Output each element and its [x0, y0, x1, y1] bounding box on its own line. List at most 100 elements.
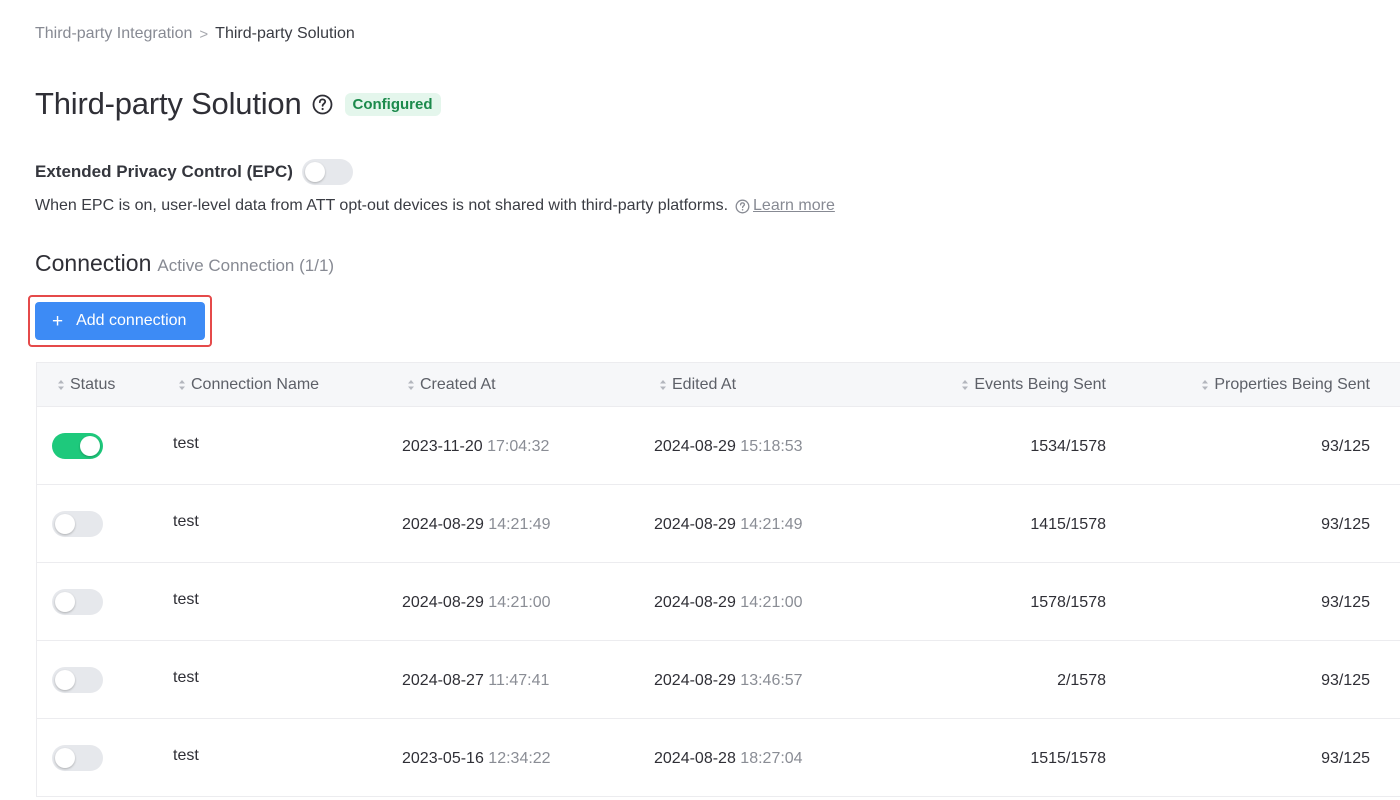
connection-name[interactable]: test	[173, 435, 199, 453]
epc-description: When EPC is on, user-level data from ATT…	[35, 197, 729, 214]
sort-icon	[57, 379, 65, 391]
column-header-label: Status	[70, 376, 116, 393]
edited-time: 13:46:57	[740, 672, 803, 689]
edited-at: 2024-08-29 14:21:49	[654, 516, 803, 534]
created-time: 12:34:22	[488, 750, 551, 767]
properties-being-sent: 93/125	[1321, 672, 1370, 689]
created-at: 2024-08-27 11:47:41	[402, 672, 549, 690]
sort-icon	[1201, 379, 1209, 391]
page-title: Third-party Solution	[35, 86, 302, 121]
toggle-knob	[55, 514, 75, 534]
epc-toggle[interactable]	[301, 159, 353, 185]
edited-at: 2024-08-29 15:18:53	[654, 438, 803, 456]
title-row: Third-party Solution Configured	[35, 86, 441, 122]
breadcrumb-link-third-party-integration[interactable]: Third-party Integration	[35, 25, 192, 43]
column-header-label: Created At	[420, 376, 496, 393]
edited-time: 18:27:04	[740, 750, 803, 767]
connection-name[interactable]: test	[173, 591, 199, 609]
edited-date: 2024-08-29	[654, 516, 736, 533]
table-row[interactable]: test 2023-05-16 12:34:22 2024-08-28 18:2…	[37, 719, 1400, 797]
edited-date: 2024-08-29	[654, 594, 736, 611]
edited-time: 15:18:53	[740, 438, 803, 455]
edited-date: 2024-08-29	[654, 438, 736, 455]
created-date: 2024-08-27	[402, 672, 484, 689]
properties-being-sent: 93/125	[1321, 750, 1370, 767]
toggle-knob	[55, 592, 75, 612]
properties-being-sent: 93/125	[1321, 516, 1370, 533]
column-header-label: Properties Being Sent	[1214, 376, 1370, 393]
question-circle-icon[interactable]	[312, 94, 333, 115]
created-date: 2024-08-29	[402, 594, 484, 611]
created-date: 2023-11-20	[402, 438, 483, 455]
connection-title: Connection	[35, 250, 152, 276]
connection-name[interactable]: test	[173, 669, 199, 687]
created-at: 2024-08-29 14:21:00	[402, 594, 551, 612]
created-time: 14:21:49	[488, 516, 551, 533]
column-header-status[interactable]: Status	[57, 363, 115, 407]
learn-more-link[interactable]: Learn more	[753, 197, 835, 215]
created-at: 2023-05-16 12:34:22	[402, 750, 551, 768]
status-toggle[interactable]	[52, 433, 103, 459]
column-header-label: Edited At	[672, 376, 737, 393]
active-connection-count: Active Connection (1/1)	[157, 256, 335, 275]
created-time: 14:21:00	[488, 594, 551, 611]
status-toggle[interactable]	[52, 667, 103, 693]
status-toggle[interactable]	[52, 511, 103, 537]
toggle-knob	[55, 670, 75, 690]
epc-row: Extended Privacy Control (EPC)	[35, 159, 353, 185]
properties-being-sent: 93/125	[1321, 594, 1370, 611]
status-toggle[interactable]	[52, 745, 103, 771]
toggle-knob	[55, 748, 75, 768]
table-row[interactable]: test 2024-08-27 11:47:41 2024-08-29 13:4…	[37, 641, 1400, 719]
table-row[interactable]: test 2024-08-29 14:21:49 2024-08-29 14:2…	[37, 485, 1400, 563]
question-circle-icon	[735, 199, 750, 214]
connection-name[interactable]: test	[173, 513, 199, 531]
edited-at: 2024-08-29 13:46:57	[654, 672, 803, 690]
status-toggle[interactable]	[52, 589, 103, 615]
edited-date: 2024-08-28	[654, 750, 736, 767]
epc-description-row: When EPC is on, user-level data from ATT…	[35, 197, 835, 215]
created-time: 11:47:41	[488, 672, 550, 689]
table-row[interactable]: test 2023-11-20 17:04:32 2024-08-29 15:1…	[37, 407, 1400, 485]
created-at: 2023-11-20 17:04:32	[402, 438, 549, 456]
toggle-knob	[80, 436, 100, 456]
add-connection-label: Add connection	[76, 312, 187, 329]
created-date: 2024-08-29	[402, 516, 484, 533]
edited-date: 2024-08-29	[654, 672, 736, 689]
edited-at: 2024-08-28 18:27:04	[654, 750, 803, 768]
events-being-sent: 1415/1578	[1030, 516, 1106, 533]
events-being-sent: 1534/1578	[1030, 438, 1106, 455]
column-header-label: Events Being Sent	[974, 376, 1106, 393]
created-date: 2023-05-16	[402, 750, 484, 767]
breadcrumb-separator: >	[199, 25, 209, 43]
column-header-connection-name[interactable]: Connection Name	[178, 363, 319, 407]
connection-name[interactable]: test	[173, 747, 199, 765]
column-header-created-at[interactable]: Created At	[407, 363, 496, 407]
sort-icon	[178, 379, 186, 391]
sort-icon	[961, 379, 969, 391]
events-being-sent: 2/1578	[1057, 672, 1106, 689]
breadcrumb-current: Third-party Solution	[215, 25, 355, 42]
column-header-label: Connection Name	[191, 376, 320, 393]
edited-time: 14:21:00	[740, 594, 803, 611]
column-header-edited-at[interactable]: Edited At	[659, 363, 736, 407]
created-time: 17:04:32	[487, 438, 550, 455]
created-at: 2024-08-29 14:21:49	[402, 516, 551, 534]
connection-heading: Connection Active Connection (1/1)	[35, 250, 334, 277]
properties-being-sent: 93/125	[1321, 438, 1370, 455]
add-connection-highlight: + Add connection	[28, 295, 212, 347]
table-header: Status Connection Name Created At Edited…	[37, 363, 1400, 407]
plus-icon: +	[52, 310, 64, 332]
column-header-properties-being-sent[interactable]: Properties Being Sent	[1201, 363, 1370, 407]
events-being-sent: 1578/1578	[1030, 594, 1106, 611]
toggle-knob	[304, 162, 325, 182]
sort-icon	[659, 379, 667, 391]
table-row[interactable]: test 2024-08-29 14:21:00 2024-08-29 14:2…	[37, 563, 1400, 641]
status-badge: Configured	[344, 92, 441, 116]
epc-label: Extended Privacy Control (EPC)	[35, 162, 293, 181]
add-connection-button[interactable]: + Add connection	[35, 302, 205, 340]
sort-icon	[407, 379, 415, 391]
events-being-sent: 1515/1578	[1030, 750, 1106, 767]
edited-time: 14:21:49	[740, 516, 803, 533]
column-header-events-being-sent[interactable]: Events Being Sent	[961, 363, 1106, 407]
